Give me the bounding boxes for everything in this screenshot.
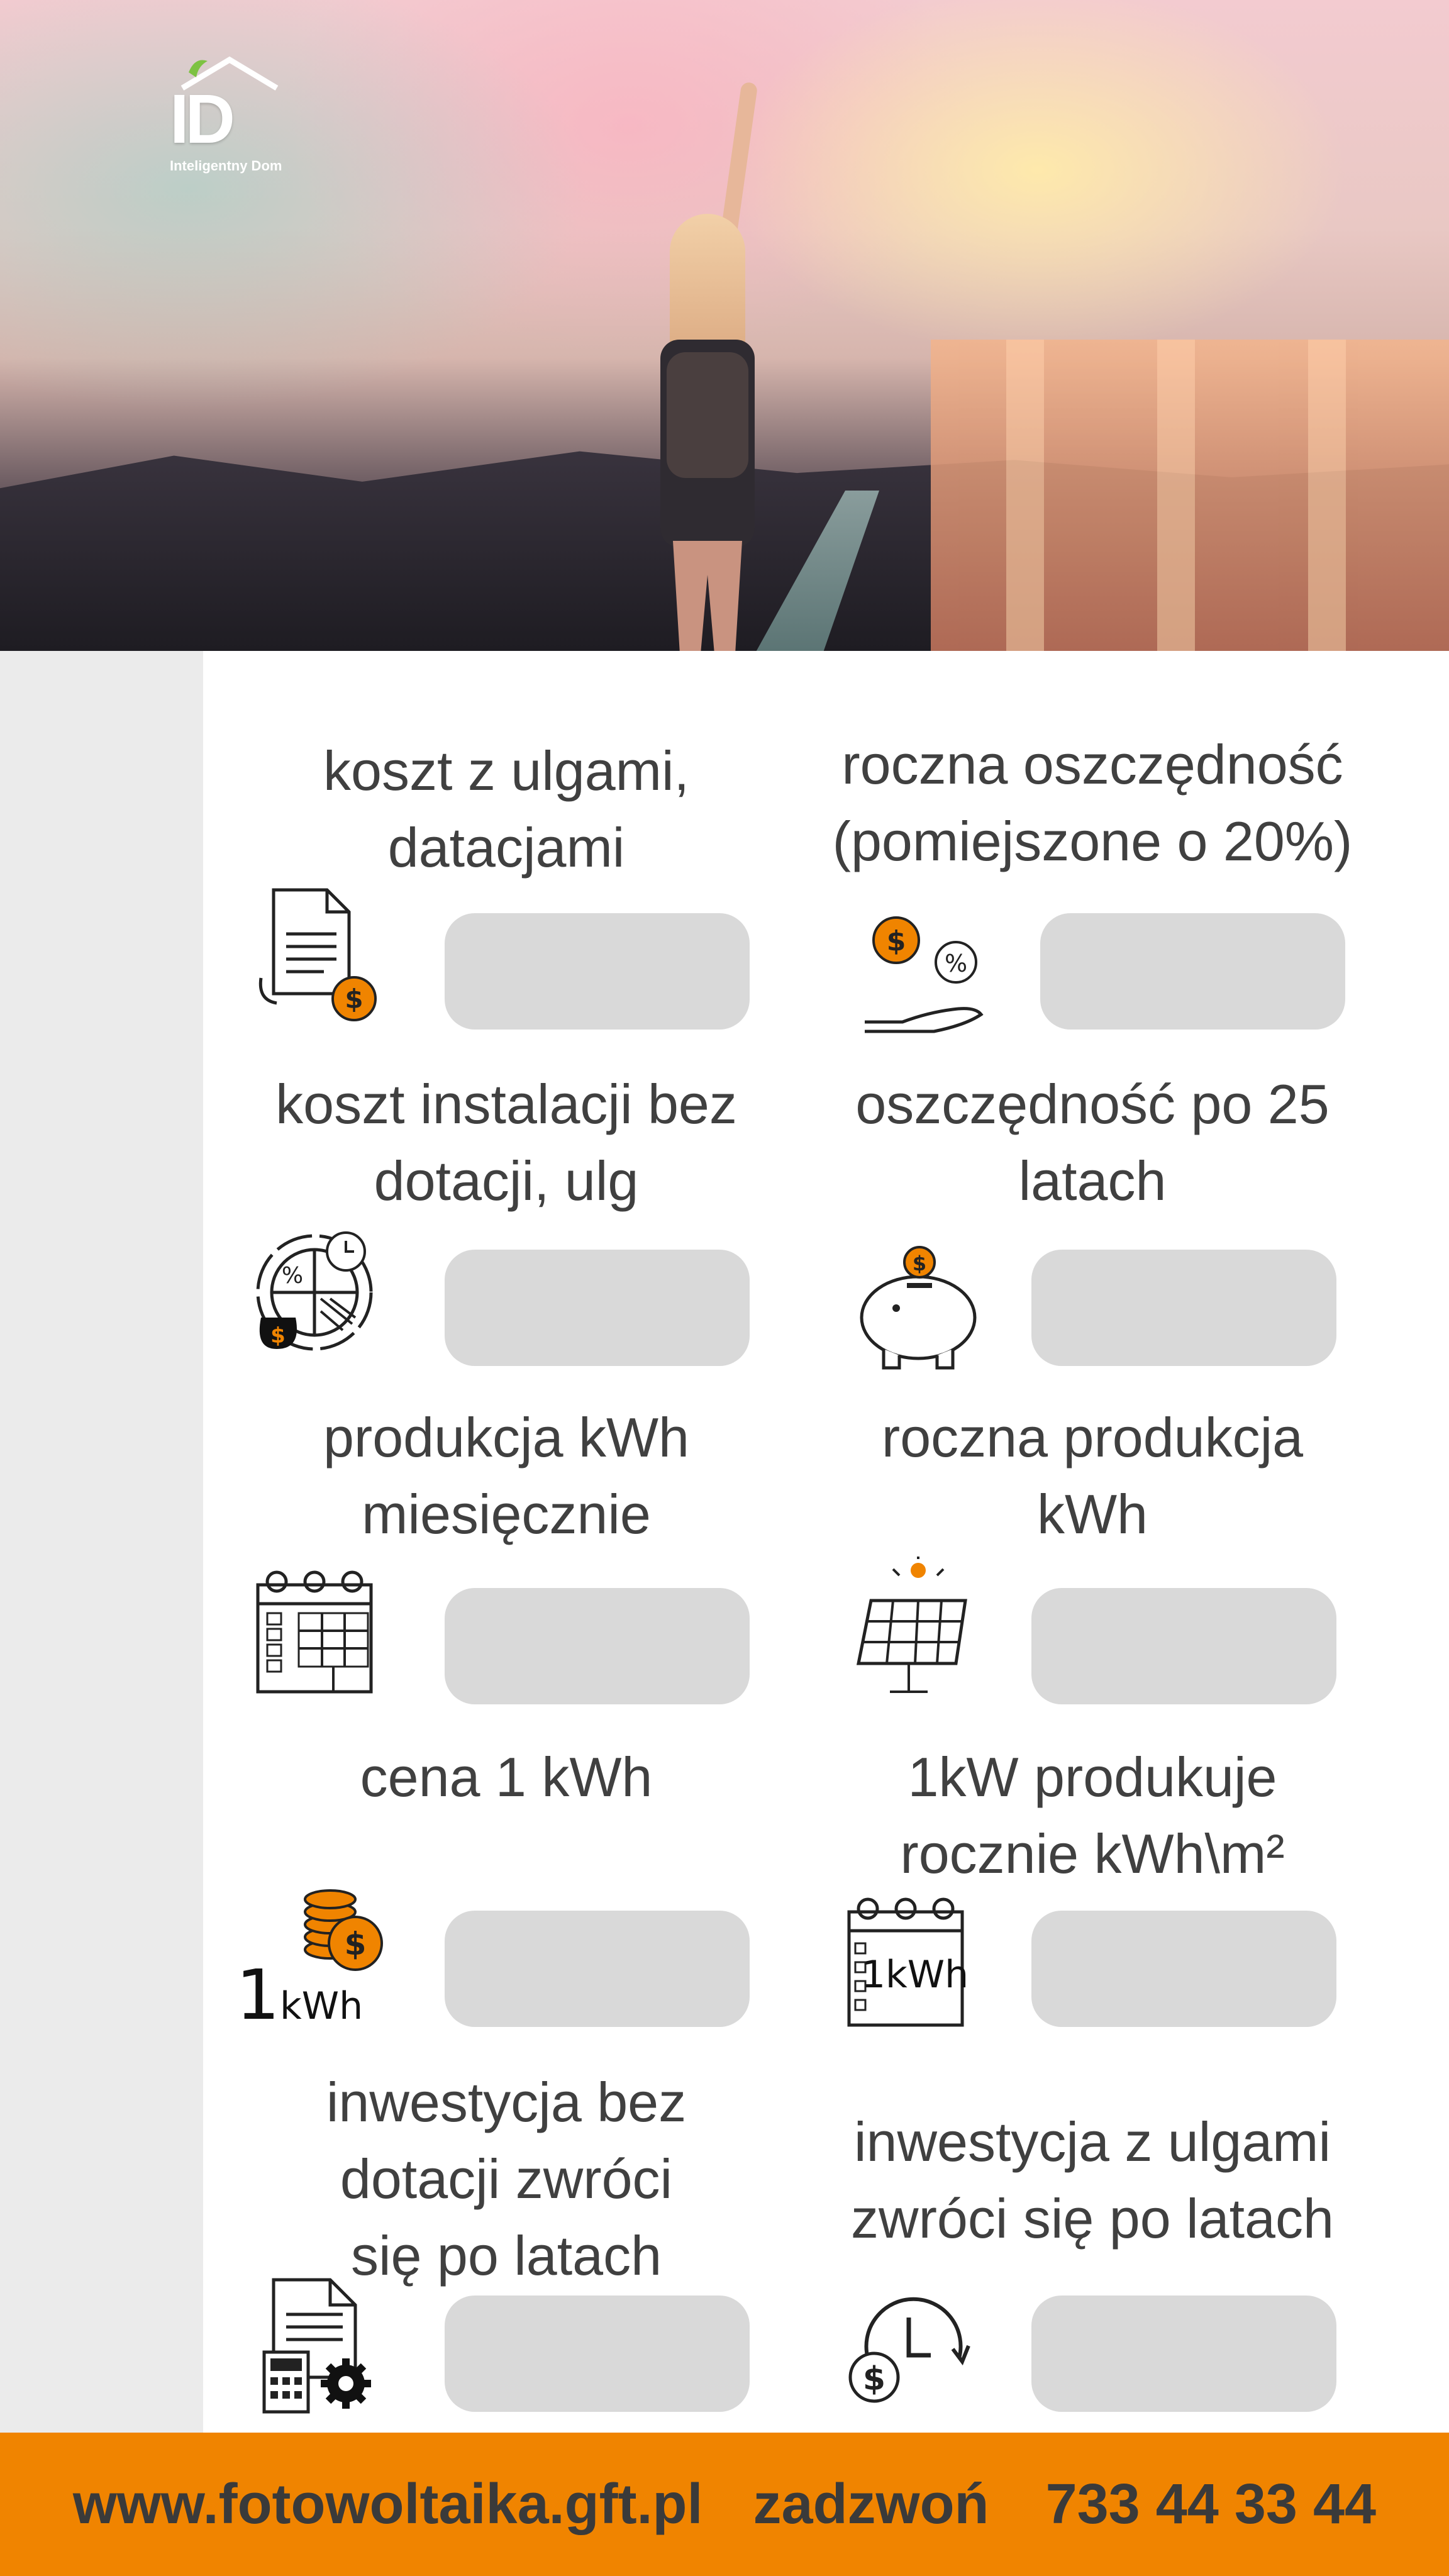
label-savings-after-25-years: oszczędność po 25 latach [855,1073,1330,1212]
svg-text:%: % [282,1263,303,1289]
brand-logo[interactable]: ID Inteligentny Dom [170,56,289,192]
label-installation-cost-without-subsidies: koszt instalacji bez dotacji, ulg [275,1073,737,1212]
piggy-bank-icon: $ [860,1246,977,1370]
svg-text:$: $ [863,2360,886,2398]
phone-number[interactable]: 733 44 33 44 [1046,2473,1377,2536]
svg-text:kWh: kWh [280,1984,363,2028]
svg-text:1: 1 [236,1955,280,2031]
value-field-installation-cost[interactable] [445,1250,750,1366]
label-monthly-kwh-production: produkcja kWh miesięcznie [323,1406,689,1545]
hand-coins-percent-icon: $ % [865,916,984,1033]
value-field-price-kwh[interactable] [445,1911,750,2027]
label-payback-with-subsidies: inwestycja z ulgami zwróci się po latach [851,2111,1334,2250]
house-roof-icon [180,56,279,91]
coins-kwh-icon: $ 1 kWh [236,1889,383,2031]
label-payback-without-subsidies: inwestycja bez dotacji zwróci się po latac… [326,2071,687,2287]
solar-panel-sun-icon [856,1557,967,1693]
svg-text:%: % [945,950,967,977]
pie-chart-money-icon: % $ [256,1231,373,1351]
label-1kw-annual-production: 1kW produkuje rocznie kWh\m² [900,1746,1285,1885]
clock-dollar-return-icon: $ [848,2297,970,2403]
value-field-payback-with-subsidies[interactable] [1031,2296,1336,2412]
value-field-1kw-production[interactable] [1031,1911,1336,2027]
calendar-solar-panel-icon [256,1570,373,1694]
logo-name: Inteligentny Dom [170,158,282,174]
value-field-payback-without-subsidies[interactable] [445,2296,750,2412]
logo-mark: ID [170,80,235,158]
label-annual-savings: roczna oszczędność (pomiejszone o 20%) [832,733,1353,872]
value-field-savings-25-years[interactable] [1031,1250,1336,1366]
call-label: zadzwoń [753,2472,989,2536]
svg-text:$: $ [270,1323,286,1348]
woman-raising-hand [635,81,780,651]
svg-text:$: $ [345,1926,367,1962]
svg-text:$: $ [913,1252,926,1275]
svg-text:$: $ [345,984,363,1014]
svg-text:1kWh: 1kWh [862,1953,969,1997]
svg-text:$: $ [887,925,906,957]
label-price-1-kwh: cena 1 kWh [360,1746,653,1808]
left-sidebar-strip [0,651,203,2434]
calculator-document-gear-icon [262,2278,371,2414]
value-field-annual-kwh[interactable] [1031,1588,1336,1704]
label-annual-kwh-production: roczna produkcja kWh [881,1406,1304,1545]
billboard [931,340,1449,651]
footer-bar: www.fotowoltaika.gft.pl zadzwoń 733 44 3… [0,2433,1449,2576]
value-field-cost-with-subsidies[interactable] [445,913,750,1030]
calendar-kwh-icon: 1kWh [847,1897,969,2027]
value-field-monthly-kwh[interactable] [445,1588,750,1704]
label-cost-with-subsidies: koszt z ulgami, datacjami [323,740,689,879]
hero-photo: ID Inteligentny Dom [0,0,1449,651]
website-link[interactable]: www.fotowoltaika.gft.pl [73,2472,703,2537]
value-field-annual-savings[interactable] [1040,913,1345,1030]
document-dollar-icon: $ [258,888,377,1021]
phone-contact[interactable]: zadzwoń 733 44 33 44 [753,2472,1377,2537]
